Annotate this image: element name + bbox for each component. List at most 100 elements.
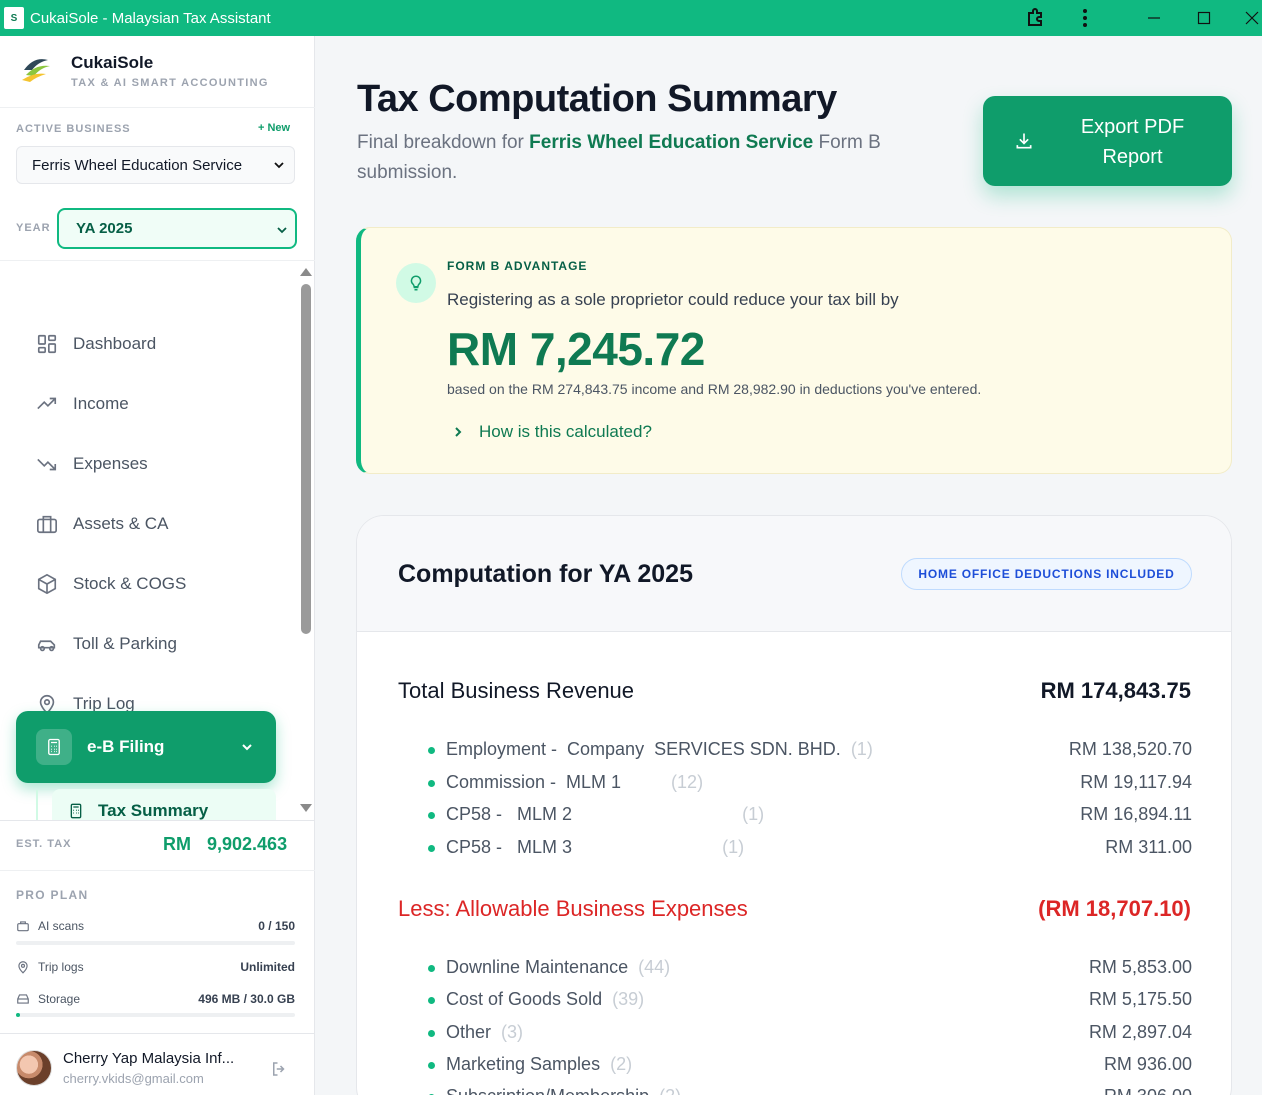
minimize-button[interactable] [1130, 0, 1178, 36]
computation-title: Computation for YA 2025 [398, 560, 693, 588]
brand-name: CukaiSole [71, 53, 154, 72]
close-window-button[interactable] [1228, 0, 1262, 36]
sidebar-item-label: Tax Summary [98, 801, 209, 820]
computation-card: Computation for YA 2025 HOME OFFICE DEDU… [356, 515, 1232, 1095]
plan-storage-label: Storage [38, 992, 81, 1006]
item-count: (1) [722, 837, 745, 857]
bullet-dot [428, 1062, 435, 1069]
sidebar: CukaiSole TAX & AI SMART ACCOUNTING ACTI… [0, 36, 315, 1095]
sidebar-item-toll[interactable]: Toll & Parking [36, 624, 276, 664]
window-title: CukaiSole - Malaysian Tax Assistant [30, 9, 271, 27]
item-label: Subscription/Membership [446, 1086, 649, 1095]
business-select[interactable]: Ferris Wheel Education Service [16, 146, 295, 184]
item-label: Other [446, 1022, 492, 1042]
item-count: (2) [659, 1086, 681, 1095]
est-tax-label: EST. TAX [16, 838, 72, 850]
how-calculated-label: How is this calculated? [479, 422, 652, 441]
item-amount: RM 936.00 [1103, 1054, 1192, 1074]
export-pdf-label: Export PDF Report [1080, 116, 1185, 168]
item-label: CP58 - MLM 3 [446, 837, 573, 857]
plan-trip-logs-label: Trip logs [38, 960, 84, 974]
year-select[interactable]: YA 2025 [57, 208, 297, 249]
sidebar-item-expenses[interactable]: Expenses [36, 444, 276, 484]
year-select-value: YA 2025 [76, 220, 133, 237]
more-options-icon[interactable] [1074, 6, 1096, 30]
scan-icon [17, 921, 29, 932]
sidebar-nav: Dashboard Income Expenses Assets & CA St… [0, 268, 300, 820]
plan-ai-scans-label: AI scans [38, 919, 85, 933]
plan-trip-logs: Trip logs Unlimited [16, 959, 295, 975]
item-amount: RM 306.00 [1104, 1086, 1192, 1095]
business-select-value: Ferris Wheel Education Service [32, 156, 243, 174]
advantage-amount: RM 7,245.72 [447, 323, 705, 375]
scroll-up-arrow[interactable] [300, 268, 312, 276]
car-icon [37, 640, 56, 652]
est-tax-currency: RM [163, 834, 191, 854]
logout-icon[interactable] [270, 1060, 288, 1078]
dashboard-icon [37, 334, 57, 354]
extension-icon[interactable] [1024, 6, 1048, 30]
sidebar-item-label: Income [73, 394, 129, 413]
item-label: Marketing Samples [446, 1054, 601, 1074]
bullet-dot [428, 1030, 435, 1037]
list-item: Employment - Company SERVICES SDN. BHD. … [398, 739, 1192, 763]
chevron-down-icon [277, 227, 287, 234]
sidebar-item-income[interactable]: Income [36, 384, 276, 424]
calculator-icon [36, 729, 72, 765]
advantage-text: Registering as a sole proprietor could r… [447, 290, 899, 309]
bullet-dot [428, 965, 435, 972]
storage-progress-fill [16, 1013, 21, 1017]
item-amount: RM 311.00 [1105, 837, 1192, 857]
item-label: Cost of Goods Sold [446, 989, 603, 1009]
revenue-title: Total Business Revenue [398, 678, 635, 703]
brand-tagline: TAX & AI SMART ACCOUNTING [71, 77, 269, 89]
item-count: (12) [671, 772, 704, 792]
item-label: Employment - Company SERVICES SDN. BHD. [446, 739, 841, 759]
bullet-dot [428, 997, 435, 1004]
item-label: Commission - MLM 1 [446, 772, 622, 792]
sidebar-item-label: e-B Filing [87, 737, 165, 756]
subtitle-business: Ferris Wheel Education Service [529, 132, 814, 153]
avatar[interactable] [16, 1050, 52, 1086]
ai-scans-progress [16, 941, 295, 945]
list-item: Commission - MLM 1 (12) RM 19,117.94 [398, 772, 1192, 796]
sidebar-item-efiling[interactable]: e-B Filing [16, 711, 276, 783]
maximize-button[interactable] [1180, 0, 1228, 36]
item-amount: RM 138,520.70 [1068, 739, 1192, 759]
sidebar-item-stock[interactable]: Stock & COGS [36, 564, 276, 604]
item-count: (1) [742, 804, 765, 824]
trending-up-icon [37, 397, 57, 410]
plan-storage: Storage 496 MB / 30.0 GB [16, 991, 295, 1007]
expenses-title: Less: Allowable Business Expenses [398, 896, 748, 921]
new-business-link[interactable]: + New [258, 122, 290, 134]
how-calculated-link[interactable]: How is this calculated? [447, 422, 652, 442]
chevron-down-icon [242, 744, 252, 751]
advantage-tag: FORM B ADVANTAGE [447, 259, 588, 273]
plan-ai-scans: AI scans 0 / 150 [16, 918, 295, 934]
calculator-icon [70, 803, 82, 819]
list-item: Subscription/Membership (2) RM 306.00 [398, 1086, 1192, 1095]
list-item: CP58 - MLM 2 (1) RM 16,894.11 [398, 804, 1192, 828]
sidebar-item-label: Stock & COGS [73, 574, 187, 593]
brand-header: CukaiSole TAX & AI SMART ACCOUNTING [0, 36, 315, 108]
est-tax-value: 9,902.463 [207, 834, 288, 854]
storage-progress [16, 1013, 295, 1017]
sidebar-subitem-tax-summary[interactable]: Tax Summary [52, 789, 276, 820]
export-pdf-button[interactable]: Export PDF Report [983, 96, 1232, 186]
item-label: CP58 - MLM 2 [446, 804, 573, 824]
scroll-down-arrow[interactable] [300, 804, 312, 812]
chevron-down-icon [274, 162, 284, 169]
app-logo-icon: S [4, 7, 24, 29]
divider [0, 820, 315, 821]
list-item: Other (3) RM 2,897.04 [398, 1022, 1192, 1046]
item-amount: RM 19,117.94 [1080, 772, 1192, 792]
box-icon [37, 573, 57, 595]
page-subtitle: Final breakdown for Ferris Wheel Educati… [357, 128, 947, 188]
sidebar-item-dashboard[interactable]: Dashboard [36, 324, 276, 364]
scrollbar-thumb[interactable] [301, 284, 311, 634]
sidebar-item-assets[interactable]: Assets & CA [36, 504, 276, 544]
revenue-total: RM 174,843.75 [1040, 678, 1191, 703]
plan-label: PRO PLAN [16, 888, 89, 902]
computation-header: Computation for YA 2025 HOME OFFICE DEDU… [357, 516, 1231, 632]
divider [0, 870, 315, 871]
